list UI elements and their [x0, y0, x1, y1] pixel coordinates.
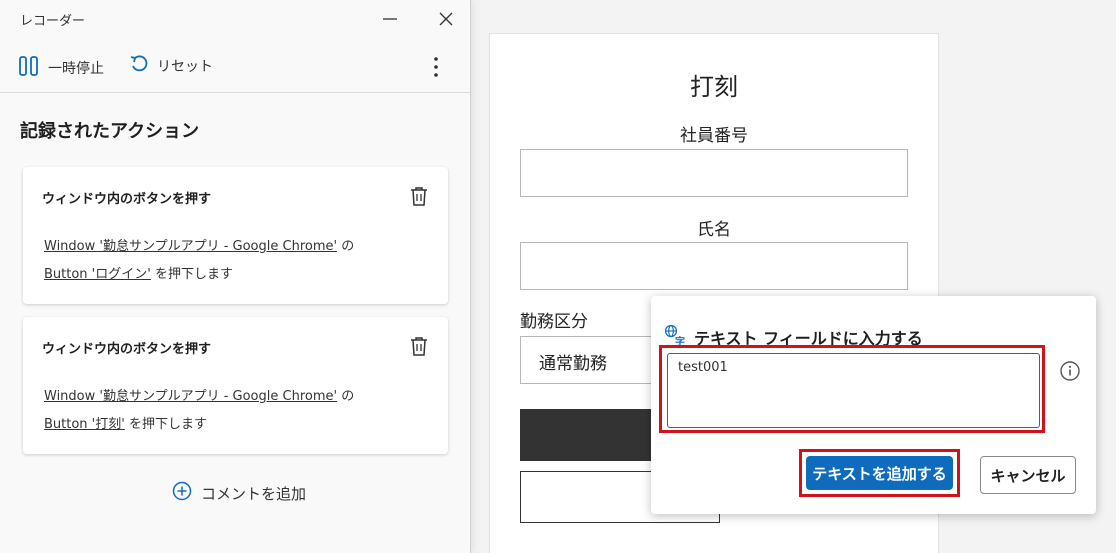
button-suffix: を押下します — [128, 417, 207, 432]
action-button-line: Button 'ログイン' を押下します — [44, 263, 233, 282]
minimize-icon[interactable] — [376, 6, 404, 32]
button-link[interactable]: Button '打刻' — [44, 417, 125, 432]
info-icon[interactable] — [1059, 360, 1081, 382]
add-comment-label: コメントを追加 — [201, 484, 307, 503]
pause-button[interactable]: 一時停止 — [18, 54, 104, 82]
window-title: レコーダー — [20, 14, 86, 29]
form-title: 打刻 — [690, 73, 738, 101]
reset-label: リセット — [157, 59, 213, 75]
pause-icon — [18, 54, 40, 82]
action-card[interactable]: ウィンドウ内のボタンを押す Window '勤怠サンプルアプリ - Google… — [23, 317, 448, 454]
window-suffix: の — [341, 389, 355, 404]
work-type-label: 勤務区分 — [520, 312, 588, 332]
button-link[interactable]: Button 'ログイン' — [44, 267, 151, 282]
action-title: ウィンドウ内のボタンを押す — [42, 342, 212, 357]
action-window-line: Window '勤怠サンプルアプリ - Google Chrome' の — [44, 385, 354, 404]
add-comment-button[interactable]: コメントを追加 — [172, 481, 306, 505]
close-icon[interactable] — [432, 6, 460, 32]
reset-icon — [129, 54, 149, 78]
employee-number-label: 社員番号 — [680, 126, 748, 146]
recorded-actions-heading: 記録されたアクション — [20, 121, 200, 142]
more-options-icon[interactable] — [427, 54, 445, 80]
button-suffix: を押下します — [154, 267, 233, 282]
reset-button[interactable]: リセット — [129, 54, 213, 78]
add-text-button[interactable]: テキストを追加する — [806, 456, 953, 490]
name-label: 氏名 — [697, 220, 731, 240]
recorder-toolbar: 一時停止 リセット — [0, 40, 470, 93]
action-title: ウィンドウ内のボタンを押す — [42, 192, 212, 207]
action-button-line: Button '打刻' を押下します — [44, 413, 207, 432]
add-comment-icon — [172, 481, 192, 505]
action-card[interactable]: ウィンドウ内のボタンを押す Window '勤怠サンプルアプリ - Google… — [23, 167, 448, 304]
pause-label: 一時停止 — [48, 61, 104, 77]
trash-icon[interactable] — [408, 185, 430, 207]
window-link[interactable]: Window '勤怠サンプルアプリ - Google Chrome' — [44, 389, 337, 404]
recorder-window: レコーダー 一時停止 リセット 記録されたアクション ウィンドウ内のボタンを押す — [0, 0, 471, 553]
title-bar: レコーダー — [0, 0, 470, 38]
window-link[interactable]: Window '勤怠サンプルアプリ - Google Chrome' — [44, 239, 337, 254]
text-value-input[interactable]: test001 — [667, 353, 1040, 428]
window-suffix: の — [341, 239, 355, 254]
cancel-button[interactable]: キャンセル — [980, 456, 1076, 494]
text-input-popup: 字 テキスト フィールドに入力する test001 テキストを追加する キャンセ… — [651, 296, 1096, 514]
action-window-line: Window '勤怠サンプルアプリ - Google Chrome' の — [44, 235, 354, 254]
employee-number-input[interactable] — [520, 149, 908, 197]
trash-icon[interactable] — [408, 335, 430, 357]
name-input[interactable] — [520, 242, 908, 290]
